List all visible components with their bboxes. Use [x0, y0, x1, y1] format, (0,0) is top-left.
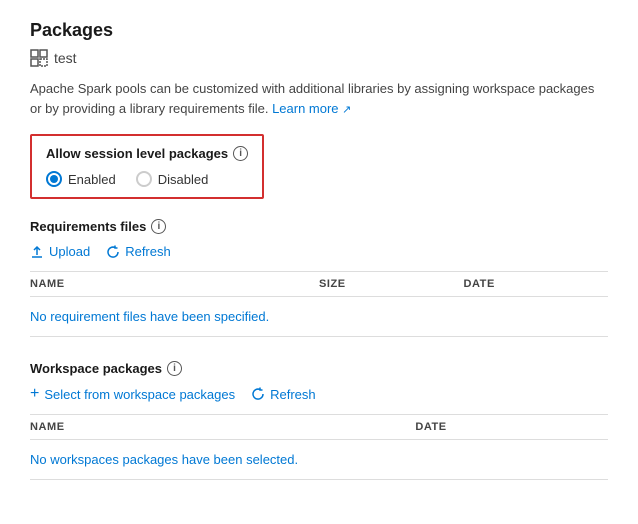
disabled-radio-circle [136, 171, 152, 187]
upload-icon [30, 245, 44, 259]
requirements-refresh-icon [106, 245, 120, 259]
upload-button[interactable]: Upload [30, 244, 90, 259]
requirements-section-header: Requirements files i [30, 219, 608, 234]
enabled-radio-circle [46, 171, 62, 187]
disabled-radio-label: Disabled [158, 172, 209, 187]
requirements-info-icon[interactable]: i [151, 219, 166, 234]
session-level-packages-box: Allow session level packages i Enabled D… [30, 134, 264, 199]
workspace-table-header: NAME DATE [30, 414, 608, 440]
enabled-radio-label: Enabled [68, 172, 116, 187]
workspace-refresh-button[interactable]: Refresh [251, 387, 316, 402]
session-level-radio-group: Enabled Disabled [46, 171, 248, 187]
description-text: Apache Spark pools can be customized wit… [30, 79, 608, 118]
select-workspace-packages-button[interactable]: + Select from workspace packages [30, 386, 235, 402]
requirements-files-section: Requirements files i Upload Refresh NAME… [30, 219, 608, 337]
ws-col-date: DATE [415, 421, 608, 433]
workspace-section-header: Workspace packages i [30, 361, 608, 376]
workspace-toolbar: + Select from workspace packages Refresh [30, 386, 608, 402]
workspace-refresh-icon [251, 387, 265, 401]
req-col-date: DATE [464, 278, 609, 290]
learn-more-link[interactable]: Learn more ↗ [272, 101, 351, 116]
pool-icon [30, 49, 48, 67]
req-col-name: NAME [30, 278, 319, 290]
page-title: Packages [30, 20, 608, 41]
workspace-packages-section: Workspace packages i + Select from works… [30, 361, 608, 480]
pool-name: test [54, 50, 77, 66]
disabled-radio-option[interactable]: Disabled [136, 171, 209, 187]
req-col-size: SIZE [319, 278, 464, 290]
session-level-label: Allow session level packages i [46, 146, 248, 161]
workspace-empty-message: No workspaces packages have been selecte… [30, 440, 608, 480]
requirements-empty-message: No requirement files have been specified… [30, 297, 608, 337]
ws-col-name: NAME [30, 421, 415, 433]
plus-icon: + [30, 386, 39, 402]
pool-identity-row: test [30, 49, 608, 67]
enabled-radio-inner [50, 175, 58, 183]
workspace-info-icon[interactable]: i [167, 361, 182, 376]
requirements-toolbar: Upload Refresh [30, 244, 608, 259]
requirements-refresh-button[interactable]: Refresh [106, 244, 171, 259]
external-link-icon: ↗ [342, 102, 351, 119]
session-level-info-icon[interactable]: i [233, 146, 248, 161]
requirements-table-header: NAME SIZE DATE [30, 271, 608, 297]
enabled-radio-option[interactable]: Enabled [46, 171, 116, 187]
